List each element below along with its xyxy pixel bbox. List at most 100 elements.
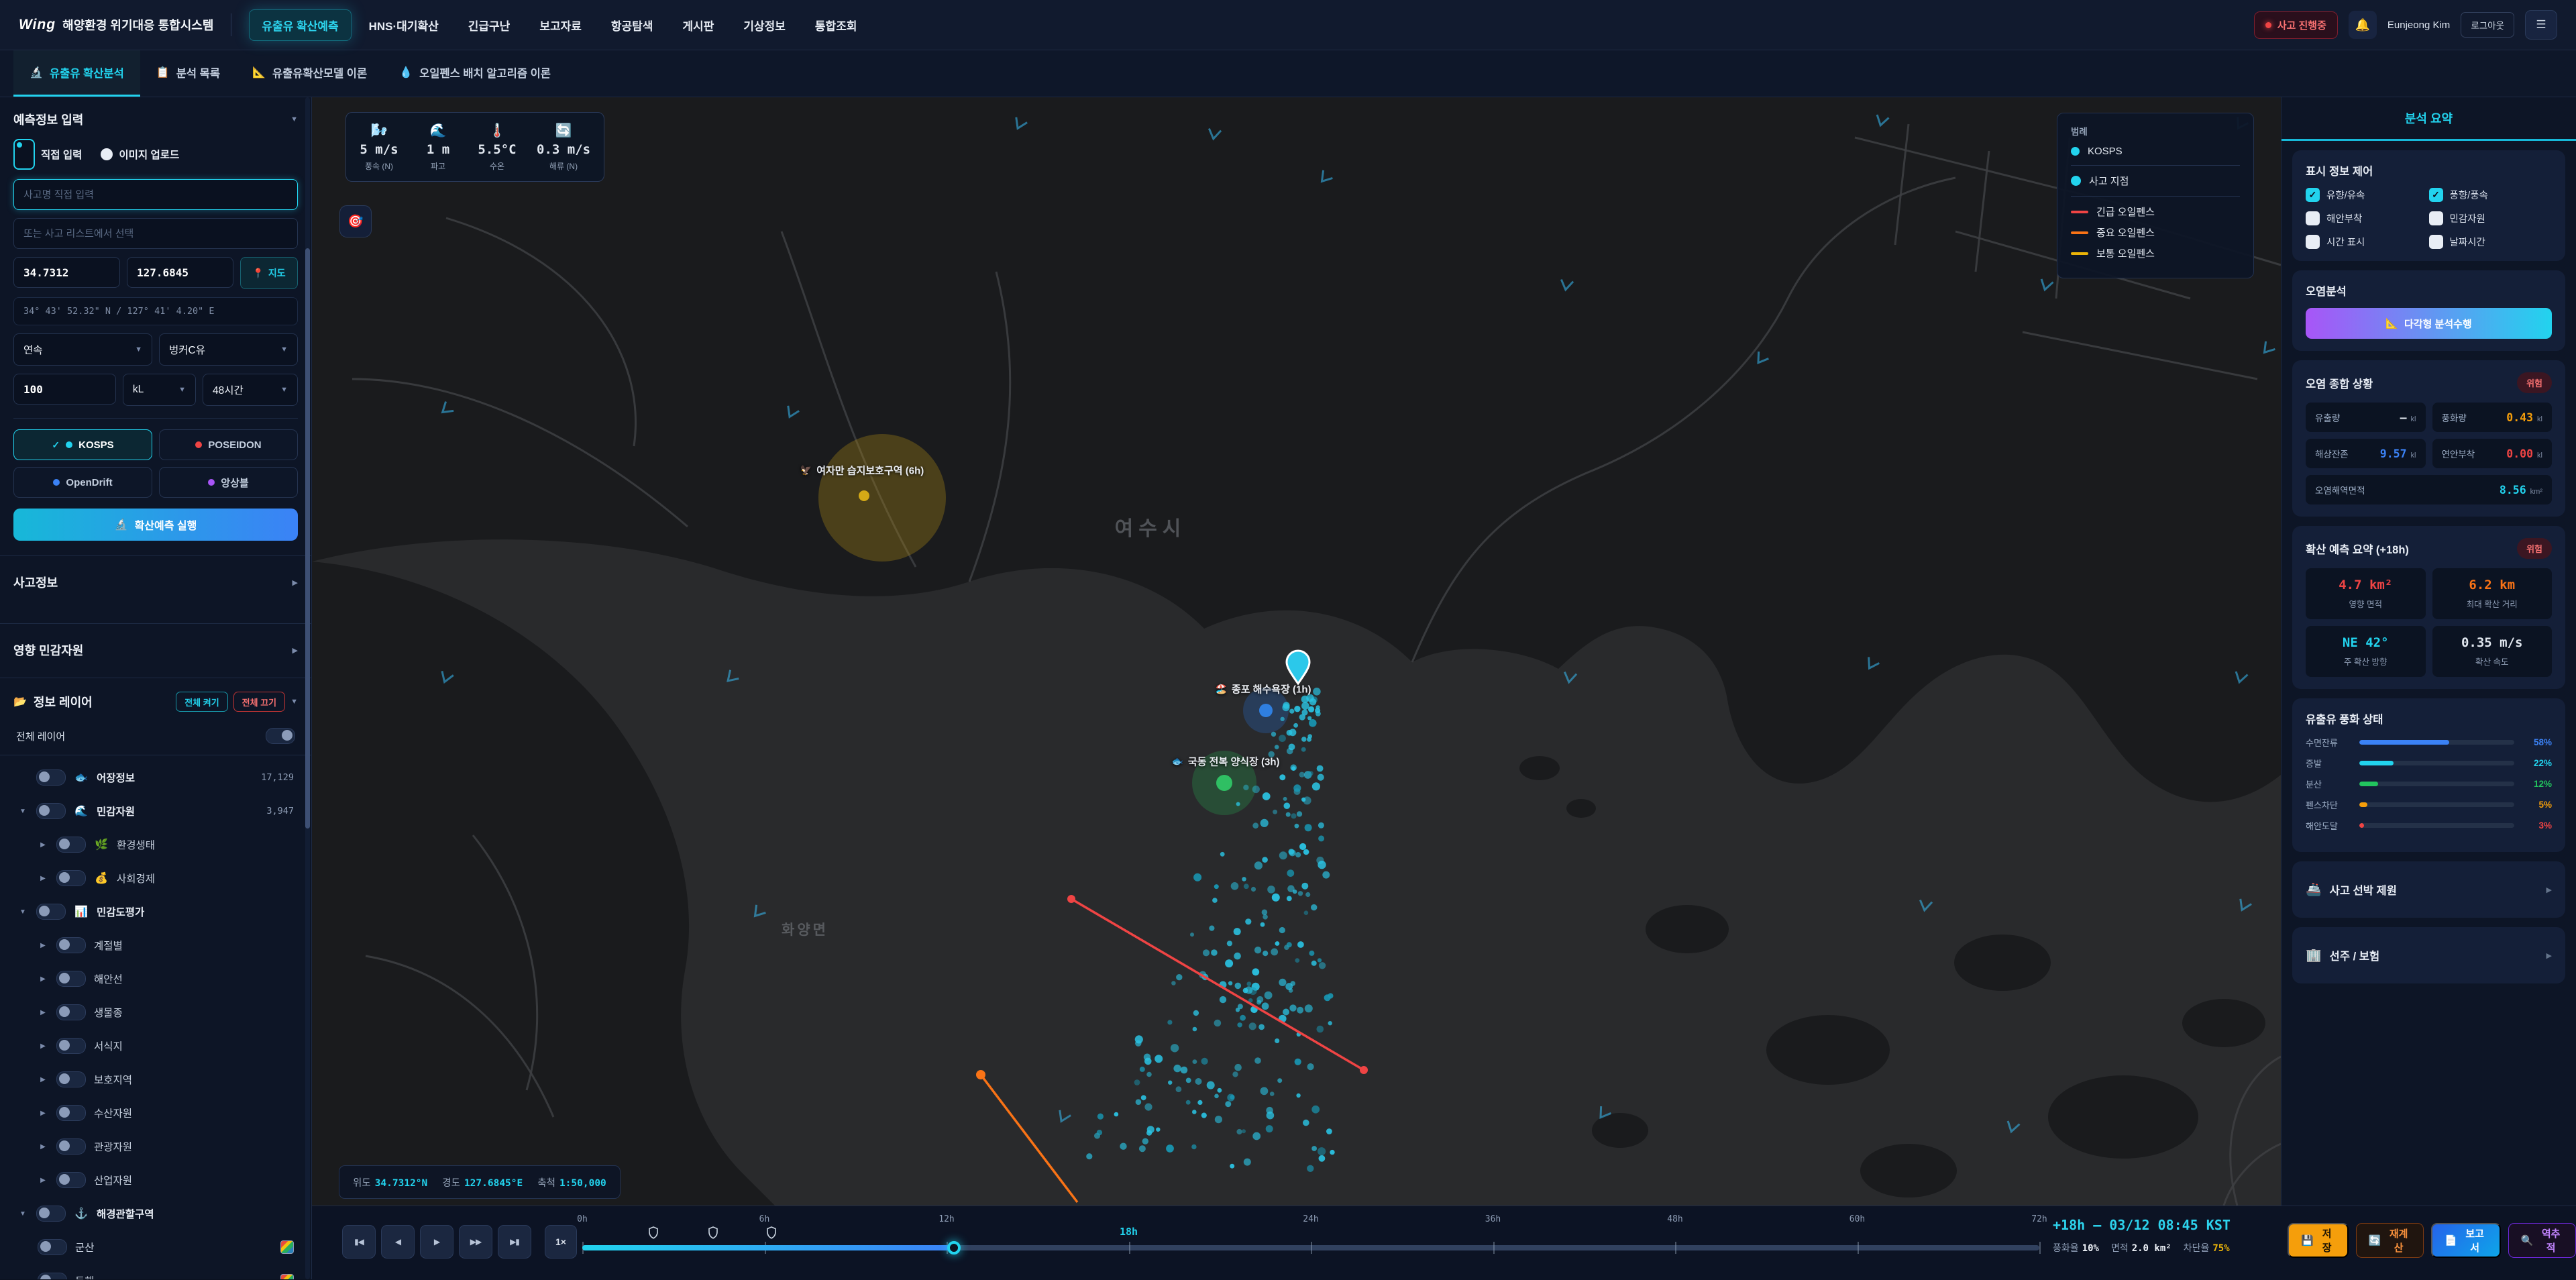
tree-caret-icon[interactable]: ▼: [17, 1210, 28, 1218]
checkbox-checked-icon[interactable]: ✓: [2429, 188, 2443, 202]
layer-toggle[interactable]: [56, 1071, 86, 1087]
tree-caret-icon[interactable]: ▶: [38, 1143, 48, 1151]
display-check-4[interactable]: 시간 표시: [2306, 235, 2429, 249]
display-check-1[interactable]: ✓풍향/풍속: [2429, 188, 2553, 202]
layer-style-icon[interactable]: [280, 1240, 294, 1254]
display-check-2[interactable]: 해안부착: [2306, 211, 2429, 225]
map-marker-label-0[interactable]: 🦅여자만 습지보호구역 (6h): [800, 464, 924, 478]
all-layers-on-button[interactable]: 전체 켜기: [176, 692, 227, 712]
model-chip-kosps[interactable]: ✓KOSPS: [13, 429, 152, 460]
timeline-label-6h[interactable]: 6h: [759, 1214, 770, 1224]
layer-toggle[interactable]: [36, 1206, 66, 1222]
checkbox-checked-icon[interactable]: ✓: [2306, 188, 2320, 202]
tab-1[interactable]: 📋분석 목록: [140, 50, 236, 97]
run-prediction-button[interactable]: 🔬확산예측 실행: [13, 509, 298, 541]
fence-deploy-marker-icon[interactable]: [648, 1226, 659, 1242]
incident-list-input[interactable]: [13, 218, 298, 249]
sidebar-scrollbar-thumb[interactable]: [305, 248, 310, 829]
all-layers-toggle[interactable]: [266, 728, 295, 744]
layer-style-icon[interactable]: [280, 1274, 294, 1279]
timeline-handle[interactable]: [947, 1241, 961, 1255]
tree-caret-icon[interactable]: ▶: [38, 841, 48, 849]
latitude-input[interactable]: [13, 257, 120, 288]
nav-item-1[interactable]: HNS·대기확산: [357, 10, 451, 40]
tree-caret-icon[interactable]: ▶: [38, 1076, 48, 1083]
timeline-label-72h[interactable]: 72h: [2031, 1214, 2047, 1224]
layer-toggle[interactable]: [38, 1273, 67, 1279]
nav-item-4[interactable]: 항공탐색: [599, 10, 665, 40]
unit-select[interactable]: kL▼: [123, 374, 196, 406]
checkbox-icon[interactable]: [2306, 235, 2320, 249]
map-marker-label-1[interactable]: 🏖️종포 해수욕장 (1h): [1215, 682, 1311, 696]
timeline-label-36h[interactable]: 36h: [1485, 1214, 1501, 1224]
bell-icon[interactable]: 🔔: [2349, 11, 2377, 39]
pick-on-map-button[interactable]: 📍지도: [240, 257, 298, 289]
backtrack-button[interactable]: 🔍역추적: [2508, 1223, 2576, 1258]
radio-direct-input[interactable]: 직접 입력: [13, 139, 82, 170]
layer-toggle[interactable]: [56, 1004, 86, 1020]
model-chip-poseidon[interactable]: POSEIDON: [159, 429, 298, 460]
tree-caret-icon[interactable]: ▶: [38, 1043, 48, 1050]
timeline-track[interactable]: [582, 1245, 2039, 1250]
timeline-label-48h[interactable]: 48h: [1667, 1214, 1682, 1224]
checkbox-icon[interactable]: [2429, 211, 2443, 225]
layer-toggle[interactable]: [56, 971, 86, 987]
play-button[interactable]: ▶: [420, 1225, 453, 1259]
display-check-0[interactable]: ✓유향/유속: [2306, 188, 2429, 202]
longitude-input[interactable]: [127, 257, 233, 288]
radio-image-upload[interactable]: 이미지 업로드: [101, 139, 179, 170]
duration-select[interactable]: 48시간▼: [203, 374, 298, 406]
timeline-label-0h[interactable]: 0h: [577, 1214, 588, 1224]
nav-item-0[interactable]: 유출유 확산예측: [249, 9, 351, 41]
layer-toggle[interactable]: [56, 1172, 86, 1188]
tree-caret-icon[interactable]: ▶: [38, 1177, 48, 1184]
nav-item-5[interactable]: 게시판: [670, 10, 726, 40]
checkbox-icon[interactable]: [2429, 235, 2443, 249]
layer-toggle[interactable]: [56, 1038, 86, 1054]
layer-toggle[interactable]: [36, 904, 66, 920]
amount-input[interactable]: [13, 374, 116, 405]
timeline-label-12h[interactable]: 12h: [938, 1214, 954, 1224]
layer-toggle[interactable]: [56, 1105, 86, 1121]
sidebar-section-0[interactable]: 사고정보▶: [0, 555, 311, 608]
collapse-caret-icon[interactable]: ▼: [290, 115, 298, 123]
fence-deploy-marker-icon[interactable]: [708, 1226, 718, 1242]
sidebar-section-1[interactable]: 영향 민감자원▶: [0, 623, 311, 676]
timeline-slider[interactable]: 0h6h12h18h24h36h48h60h72h: [582, 1206, 2039, 1280]
layer-toggle[interactable]: [56, 837, 86, 853]
report-button[interactable]: 📄보고서: [2431, 1223, 2500, 1258]
layer-toggle[interactable]: [38, 1239, 67, 1255]
model-chip-opendrift[interactable]: OpenDrift: [13, 467, 152, 498]
tree-caret-icon[interactable]: ▶: [38, 975, 48, 983]
step-back-button[interactable]: ◀: [381, 1225, 415, 1259]
timeline-label-24h[interactable]: 24h: [1303, 1214, 1318, 1224]
playback-speed-button[interactable]: 1×: [545, 1225, 577, 1259]
save-button[interactable]: 💾저장: [2288, 1223, 2349, 1258]
layer-toggle[interactable]: [56, 937, 86, 953]
tree-caret-icon[interactable]: ▼: [17, 808, 28, 815]
nav-item-2[interactable]: 긴급구난: [456, 10, 523, 40]
incident-name-input[interactable]: [13, 179, 298, 210]
tab-2[interactable]: 📐유출유확산모델 이론: [236, 50, 383, 97]
tree-caret-icon[interactable]: ▶: [38, 1110, 48, 1117]
nav-item-6[interactable]: 기상정보: [731, 10, 798, 40]
tab-0[interactable]: 🔬유출유 확산분석: [13, 50, 140, 97]
map-marker-label-2[interactable]: 🐟국동 전복 양식장 (3h): [1171, 755, 1279, 769]
tree-caret-icon[interactable]: ▶: [38, 942, 48, 949]
nav-item-7[interactable]: 통합조회: [803, 10, 869, 40]
spill-type-select[interactable]: 연속▼: [13, 333, 152, 366]
recalculate-button[interactable]: 🔄재계산: [2356, 1223, 2424, 1258]
timeline-label-60h[interactable]: 60h: [1849, 1214, 1865, 1224]
skip-start-button[interactable]: ▮◀: [342, 1225, 376, 1259]
skip-end-button[interactable]: ▶▮: [498, 1225, 531, 1259]
recenter-target-button[interactable]: 🎯: [339, 205, 372, 237]
all-layers-off-button[interactable]: 전체 끄기: [233, 692, 285, 712]
layer-toggle[interactable]: [56, 1138, 86, 1155]
fence-deploy-marker-icon[interactable]: [766, 1226, 777, 1242]
owner-insurance-card[interactable]: 🏢 선주 / 보험 ▶: [2292, 927, 2565, 983]
map-canvas[interactable]: 여수시화양면 🦅여자만 습지보호구역 (6h)🏖️종포 해수욕장 (1h)🐟국동…: [312, 97, 2281, 1206]
layers-collapse-caret-icon[interactable]: ▼: [290, 698, 298, 706]
layer-toggle[interactable]: [36, 769, 66, 786]
layer-toggle[interactable]: [56, 870, 86, 886]
fast-forward-button[interactable]: ▶▶: [459, 1225, 492, 1259]
